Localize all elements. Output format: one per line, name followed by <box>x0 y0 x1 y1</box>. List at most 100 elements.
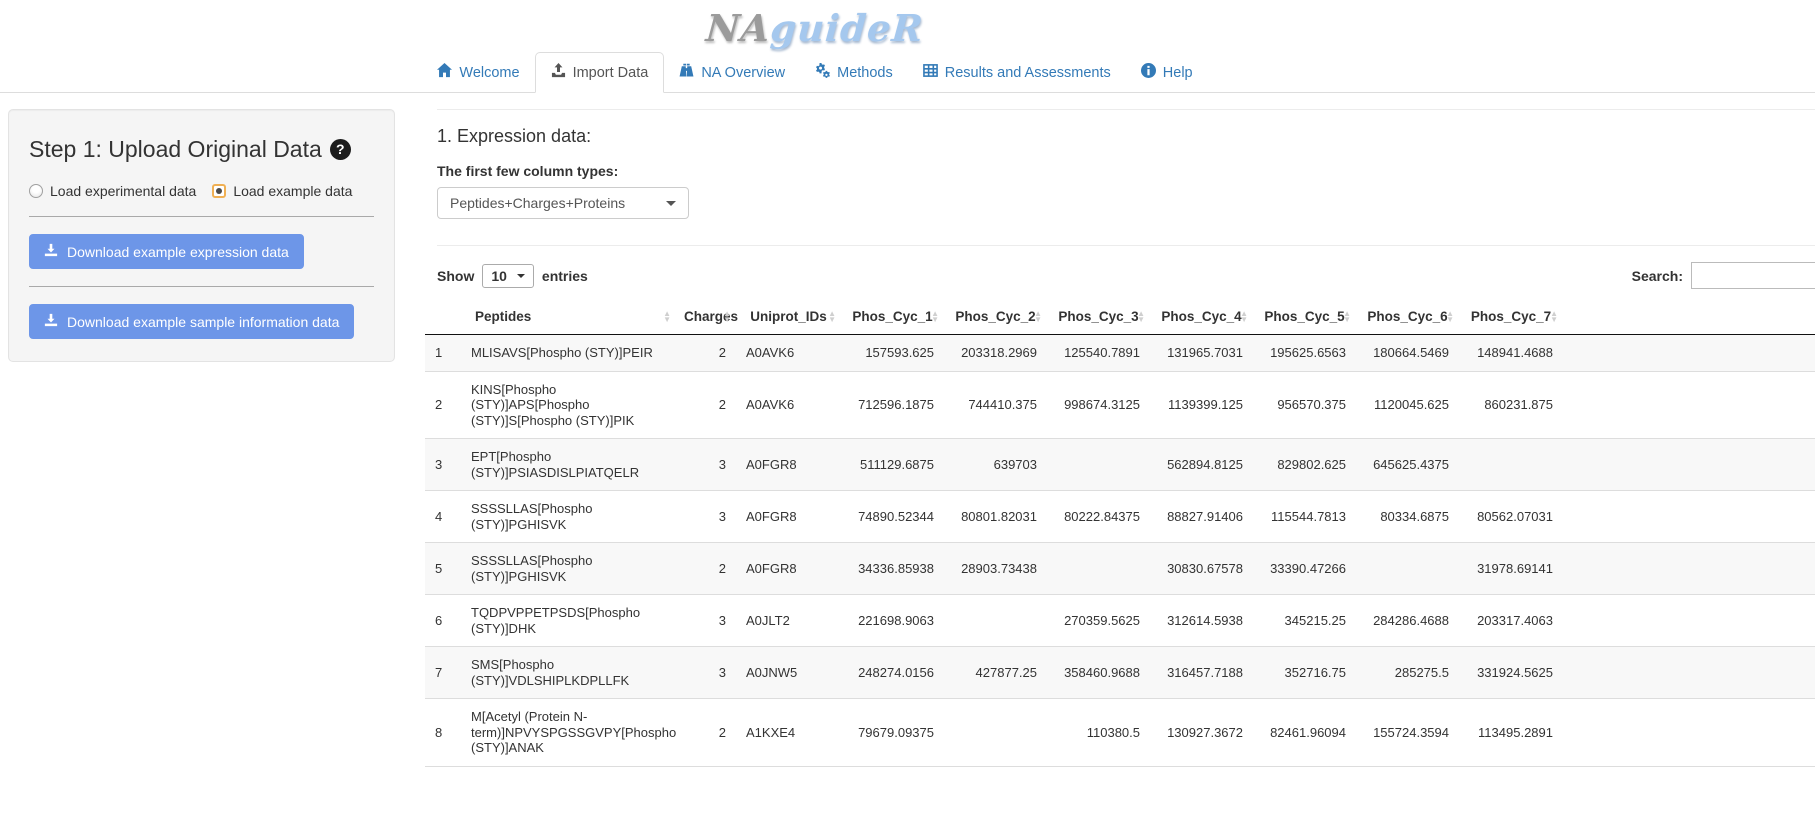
column-types-selected-value: Peptides+Charges+Proteins <box>450 195 625 211</box>
radio-load-example-data[interactable]: Load example data <box>212 183 352 199</box>
cell-value: 125540.7891 <box>1047 335 1150 372</box>
question-circle-icon[interactable]: ? <box>330 139 351 160</box>
sort-arrows-icon[interactable]: ▲▼ <box>1137 311 1145 323</box>
column-header-phos_cyc_3[interactable]: Phos_Cyc_3▲▼ <box>1047 299 1150 335</box>
column-types-select[interactable]: Peptides+Charges+Proteins <box>437 187 689 219</box>
radio-unchecked-icon[interactable] <box>29 184 43 198</box>
cell-value: 645625.4375 <box>1356 439 1459 491</box>
main-navbar: Welcome Import Data NA Overview Methods … <box>0 52 1815 93</box>
sort-arrows-icon[interactable]: ▲▼ <box>1446 311 1454 323</box>
download-example-expression-button[interactable]: Download example expression data <box>29 234 304 269</box>
sort-arrows-icon[interactable]: ▲▼ <box>663 311 671 323</box>
column-header-phos_cyc_1[interactable]: Phos_Cyc_1▲▼ <box>841 299 944 335</box>
cell-value: 345215.25 <box>1253 595 1356 647</box>
cell-charge: 3 <box>676 439 736 491</box>
cell-uniprot-id: A0AVK6 <box>736 335 841 372</box>
expression-data-table: Peptides▲▼Charges▲▼Uniprot_IDs▲▼Phos_Cyc… <box>425 299 1815 767</box>
cell-value <box>944 699 1047 767</box>
sort-arrows-icon[interactable]: ▲▼ <box>1343 311 1351 323</box>
cell-value: 34336.85938 <box>841 543 944 595</box>
cell-value: 113495.2891 <box>1459 699 1563 767</box>
cell-value: 88827.91406 <box>1150 491 1253 543</box>
logo-part-na: NA <box>705 6 773 50</box>
cell-value: 80334.6875 <box>1356 491 1459 543</box>
column-header-label: Phos_Cyc_2 <box>955 309 1035 324</box>
cell-uniprot-id: A1KXE4 <box>736 699 841 767</box>
table-row[interactable]: 6TQDPVPPETPSDS[Phospho (STY)]DHK3A0JLT22… <box>425 595 1815 647</box>
row-index: 1 <box>425 335 461 372</box>
row-index: 3 <box>425 439 461 491</box>
cell-value: 155724.3594 <box>1356 699 1459 767</box>
binoculars-icon <box>679 63 694 82</box>
expression-data-title: 1. Expression data: <box>437 126 1815 147</box>
tab-na-overview[interactable]: NA Overview <box>664 52 800 93</box>
search-input[interactable] <box>1691 262 1815 289</box>
upload-icon <box>551 63 566 82</box>
column-header-charges[interactable]: Charges▲▼ <box>676 299 736 335</box>
sort-arrows-icon[interactable]: ▲▼ <box>1240 311 1248 323</box>
cell-value: 80562.07031 <box>1459 491 1563 543</box>
cell-value: 316457.7188 <box>1150 647 1253 699</box>
cell-uniprot-id: A0JNW5 <box>736 647 841 699</box>
cell-value: 82461.96094 <box>1253 699 1356 767</box>
cell-value: 131965.7031 <box>1150 335 1253 372</box>
cell-value: 157593.625 <box>841 335 944 372</box>
table-row[interactable]: 8M[Acetyl (Protein N-term)]NPVYSPGSSGVPY… <box>425 699 1815 767</box>
column-header-rownames[interactable] <box>425 299 461 335</box>
radio-checked-icon[interactable] <box>212 184 226 198</box>
table-body: 1MLISAVS[Phospho (STY)]PEIR2A0AVK6157593… <box>425 335 1815 767</box>
table-row[interactable]: 4SSSSLLAS[Phospho (STY)]PGHISVK3A0FGR874… <box>425 491 1815 543</box>
column-header-phos_cyc_2[interactable]: Phos_Cyc_2▲▼ <box>944 299 1047 335</box>
cell-value: 331924.5625 <box>1459 647 1563 699</box>
column-header-label: Phos_Cyc_4 <box>1161 309 1241 324</box>
tab-label: Methods <box>837 65 893 81</box>
page-length-select[interactable]: 10 <box>482 264 534 288</box>
column-header-phos_cyc_4[interactable]: Phos_Cyc_4▲▼ <box>1150 299 1253 335</box>
cell-peptide: MLISAVS[Phospho (STY)]PEIR <box>461 335 676 372</box>
cell-peptide: SSSSLLAS[Phospho (STY)]PGHISVK <box>461 543 676 595</box>
cell-uniprot-id: A0FGR8 <box>736 491 841 543</box>
sort-arrows-icon[interactable]: ▲▼ <box>1550 311 1558 323</box>
table-header-row: Peptides▲▼Charges▲▼Uniprot_IDs▲▼Phos_Cyc… <box>425 299 1815 335</box>
table-row[interactable]: 7SMS[Phospho (STY)]VDLSHIPLKDPLLFK3A0JNW… <box>425 647 1815 699</box>
cell-value: 28903.73438 <box>944 543 1047 595</box>
column-header-phos_cyc_6[interactable]: Phos_Cyc_6▲▼ <box>1356 299 1459 335</box>
tab-help[interactable]: Help <box>1126 52 1208 93</box>
tab-methods[interactable]: Methods <box>800 52 908 93</box>
cell-value: 712596.1875 <box>841 371 944 439</box>
download-icon <box>44 313 58 330</box>
logo-part-guider: guideR <box>769 6 925 50</box>
cell-value: 31978.69141 <box>1459 543 1563 595</box>
column-header-peptides[interactable]: Peptides▲▼ <box>461 299 676 335</box>
table-row[interactable]: 3EPT[Phospho (STY)]PSIASDISLPIATQELR3A0F… <box>425 439 1815 491</box>
sort-arrows-icon[interactable]: ▲▼ <box>931 311 939 323</box>
cell-uniprot-id: A0FGR8 <box>736 543 841 595</box>
cell-value: 80801.82031 <box>944 491 1047 543</box>
table-row[interactable]: 2KINS[Phospho (STY)]APS[Phospho (STY)]S[… <box>425 371 1815 439</box>
sidebar: Step 1: Upload Original Data ? Load expe… <box>8 109 395 362</box>
cell-value <box>1356 543 1459 595</box>
column-header-phos_cyc_5[interactable]: Phos_Cyc_5▲▼ <box>1253 299 1356 335</box>
column-header-phos_cyc_7[interactable]: Phos_Cyc_7▲▼ <box>1459 299 1563 335</box>
info-circle-icon <box>1141 63 1156 82</box>
sort-arrows-icon[interactable]: ▲▼ <box>828 311 836 323</box>
cell-value: 511129.6875 <box>841 439 944 491</box>
download-icon <box>44 243 58 260</box>
cell-peptide: SMS[Phospho (STY)]VDLSHIPLKDPLLFK <box>461 647 676 699</box>
tab-import-data[interactable]: Import Data <box>535 52 665 93</box>
cell-charge: 3 <box>676 595 736 647</box>
table-row[interactable]: 1MLISAVS[Phospho (STY)]PEIR2A0AVK6157593… <box>425 335 1815 372</box>
tab-welcome[interactable]: Welcome <box>422 52 534 93</box>
tab-results-assessments[interactable]: Results and Assessments <box>908 52 1126 93</box>
table-row[interactable]: 5SSSSLLAS[Phospho (STY)]PGHISVK2A0FGR834… <box>425 543 1815 595</box>
sort-arrows-icon[interactable]: ▲▼ <box>1034 311 1042 323</box>
cell-value: 312614.5938 <box>1150 595 1253 647</box>
sort-arrows-icon[interactable]: ▲▼ <box>723 311 731 323</box>
cell-charge: 2 <box>676 335 736 372</box>
show-label: Show <box>437 268 474 284</box>
cell-peptide: SSSSLLAS[Phospho (STY)]PGHISVK <box>461 491 676 543</box>
radio-load-experimental-data[interactable]: Load experimental data <box>29 183 196 199</box>
download-example-sample-info-button[interactable]: Download example sample information data <box>29 304 354 339</box>
row-index: 8 <box>425 699 461 767</box>
column-header-uniprot_ids[interactable]: Uniprot_IDs▲▼ <box>736 299 841 335</box>
